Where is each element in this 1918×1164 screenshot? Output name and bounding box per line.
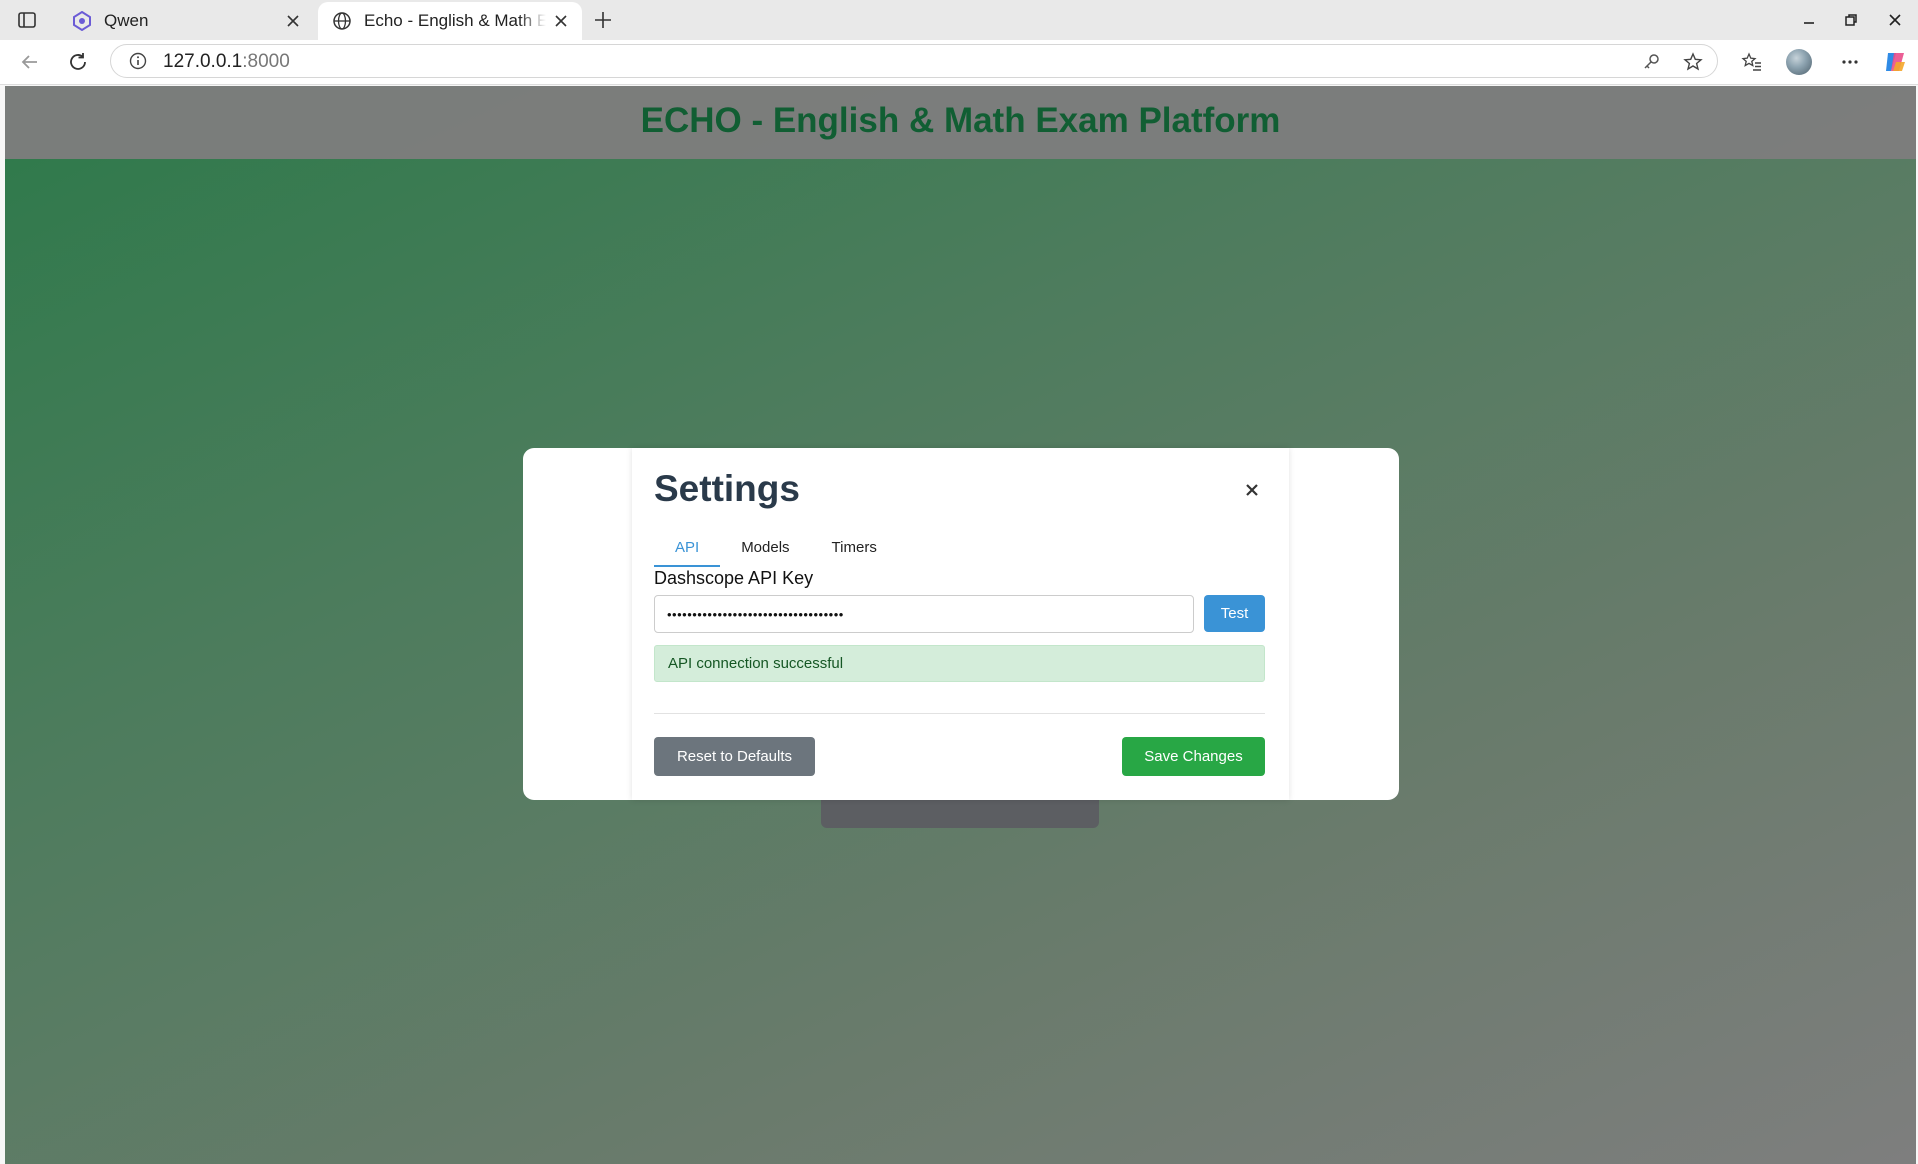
api-key-label: Dashscope API Key <box>654 568 814 588</box>
tab-models[interactable]: Models <box>720 531 810 567</box>
minimize-icon[interactable] <box>1800 11 1818 29</box>
reload-icon[interactable] <box>66 50 90 74</box>
close-tab-icon[interactable] <box>286 14 300 28</box>
close-icon <box>1246 484 1258 496</box>
tab-title: Qwen <box>104 11 149 30</box>
site-info-icon[interactable] <box>129 52 147 70</box>
close-modal-button[interactable] <box>1240 478 1264 502</box>
settings-panel: Settings API Models Timers Dashscope API… <box>632 448 1289 800</box>
tab-timers[interactable]: Timers <box>811 531 898 567</box>
footer-divider <box>654 713 1265 714</box>
test-api-button[interactable]: Test <box>1204 595 1265 632</box>
obscured-start-button[interactable] <box>821 798 1099 828</box>
restore-icon[interactable] <box>1842 11 1860 29</box>
url-port: :8000 <box>242 51 290 72</box>
page-viewport: ECHO - English & Math Exam Platform Sett… <box>5 86 1916 1164</box>
favorites-list-icon[interactable] <box>1741 51 1763 73</box>
password-key-icon[interactable] <box>1641 52 1661 72</box>
address-bar[interactable]: 127.0.0.1:8000 <box>110 44 1718 78</box>
copilot-icon[interactable] <box>1882 49 1908 75</box>
reset-defaults-button[interactable]: Reset to Defaults <box>654 737 815 776</box>
globe-icon <box>333 12 351 30</box>
back-icon[interactable] <box>18 50 42 74</box>
tab-actions-icon[interactable] <box>16 9 38 31</box>
browser-tab-qwen[interactable]: Qwen <box>58 2 314 40</box>
settings-modal: Settings API Models Timers Dashscope API… <box>523 448 1399 800</box>
more-options-icon[interactable] <box>1839 51 1861 73</box>
new-tab-icon[interactable] <box>592 9 614 31</box>
url-text[interactable]: 127.0.0.1:8000 <box>163 51 290 73</box>
settings-tabs: API Models Timers <box>654 531 898 567</box>
browser-toolbar: 127.0.0.1:8000 <box>0 40 1918 85</box>
browser-tab-echo[interactable]: Echo - English & Math Exam Platform <box>318 2 582 40</box>
tab-title: Echo - English & Math Exam Platform <box>364 11 546 30</box>
api-status-message: API connection successful <box>654 645 1265 682</box>
favorite-star-icon[interactable] <box>1683 52 1703 72</box>
modal-title: Settings <box>654 468 800 509</box>
profile-avatar[interactable] <box>1786 49 1812 75</box>
app-header: ECHO - English & Math Exam Platform <box>5 86 1916 159</box>
qwen-logo-icon <box>73 11 91 31</box>
api-key-input[interactable] <box>654 595 1194 633</box>
close-tab-icon[interactable] <box>554 14 568 28</box>
close-window-icon[interactable] <box>1886 11 1904 29</box>
browser-tab-bar: Qwen Echo - English & Math Exam Platform <box>0 0 1918 40</box>
tab-api[interactable]: API <box>654 531 721 567</box>
page-title: ECHO - English & Math Exam Platform <box>640 101 1281 140</box>
url-host: 127.0.0.1 <box>163 51 243 72</box>
save-changes-button[interactable]: Save Changes <box>1122 737 1265 776</box>
